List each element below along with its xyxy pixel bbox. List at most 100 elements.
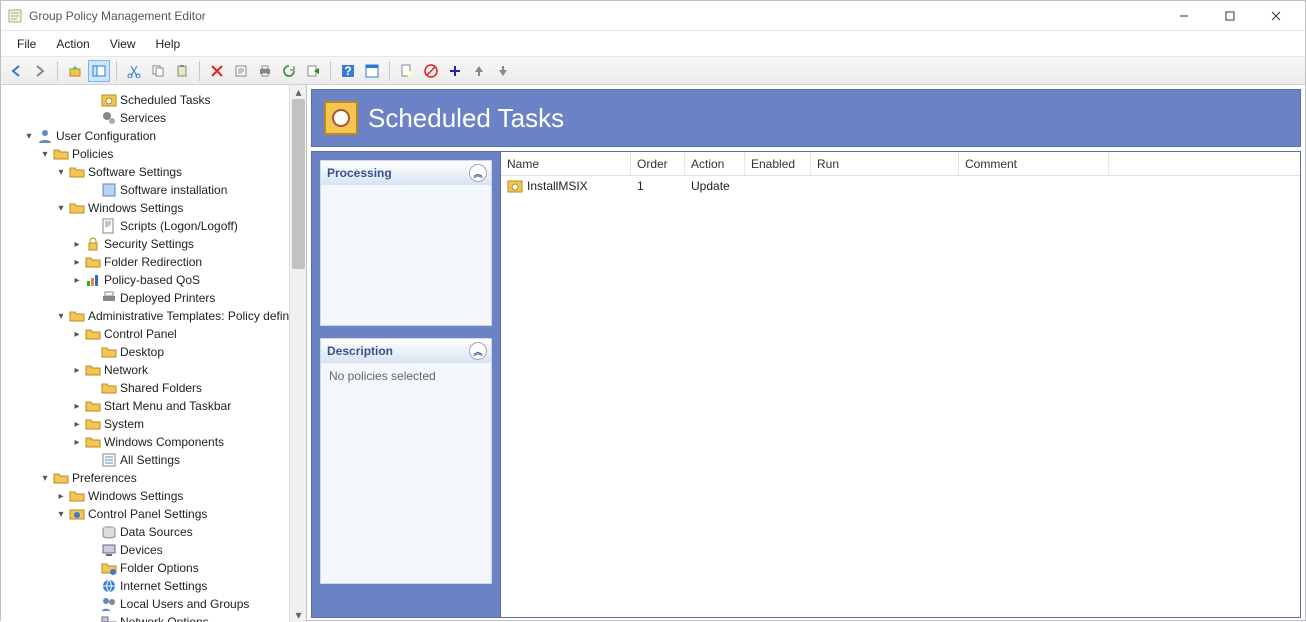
tree-item[interactable]: Windows Settings <box>1 199 306 217</box>
tree-item[interactable]: User Configuration <box>1 127 306 145</box>
options-button[interactable] <box>361 60 383 82</box>
filter-button[interactable] <box>396 60 418 82</box>
tree-item[interactable]: Devices <box>1 541 306 559</box>
col-action[interactable]: Action <box>685 152 745 175</box>
show-hide-tree-button[interactable] <box>88 60 110 82</box>
folder-icon <box>101 344 117 360</box>
scroll-down-icon[interactable]: ▾ <box>290 608 307 622</box>
col-comment[interactable]: Comment <box>959 152 1109 175</box>
tree-item[interactable]: Folder Options <box>1 559 306 577</box>
menu-view[interactable]: View <box>100 33 146 55</box>
caret-right-icon[interactable] <box>71 257 83 268</box>
tree-item[interactable]: Folder Redirection <box>1 253 306 271</box>
move-down-button[interactable] <box>492 60 514 82</box>
minimize-button[interactable] <box>1161 1 1207 31</box>
delete-button[interactable] <box>206 60 228 82</box>
col-name[interactable]: Name <box>501 152 631 175</box>
content-header: Scheduled Tasks <box>311 89 1301 147</box>
tree-item[interactable]: Preferences <box>1 469 306 487</box>
list-header: Name Order Action Enabled Run Comment <box>501 152 1300 176</box>
copy-button[interactable] <box>147 60 169 82</box>
scroll-up-icon[interactable]: ▴ <box>290 85 307 99</box>
caret-right-icon[interactable] <box>71 401 83 412</box>
tree-view[interactable]: Scheduled Tasks Services User Configuratio… <box>1 85 306 622</box>
move-up-button[interactable] <box>468 60 490 82</box>
tree-item[interactable]: Software installation <box>1 181 306 199</box>
processing-header[interactable]: Processing ︽ <box>321 161 491 185</box>
tree-item[interactable]: Administrative Templates: Policy defin <box>1 307 306 325</box>
tree-item[interactable]: System <box>1 415 306 433</box>
tree-item[interactable]: Control Panel <box>1 325 306 343</box>
caret-right-icon[interactable] <box>71 437 83 448</box>
caret-right-icon[interactable] <box>71 275 83 286</box>
caret-right-icon[interactable] <box>71 419 83 430</box>
paste-button[interactable] <box>171 60 193 82</box>
caret-down-icon[interactable] <box>55 311 67 322</box>
tree-item-label: Deployed Printers <box>120 291 215 305</box>
tree-item[interactable]: Control Panel Settings <box>1 505 306 523</box>
tree-item[interactable]: Data Sources <box>1 523 306 541</box>
folder-icon <box>85 326 101 342</box>
tree-item-label: Folder Options <box>120 561 199 575</box>
tree-item[interactable]: Services <box>1 109 306 127</box>
caret-down-icon[interactable] <box>55 203 67 214</box>
tree-item[interactable]: Deployed Printers <box>1 289 306 307</box>
cut-button[interactable] <box>123 60 145 82</box>
tree-item[interactable]: Start Menu and Taskbar <box>1 397 306 415</box>
forward-button[interactable] <box>29 60 51 82</box>
content-title: Scheduled Tasks <box>368 103 564 134</box>
export-button[interactable] <box>302 60 324 82</box>
collapse-icon[interactable]: ︽ <box>469 164 487 182</box>
scroll-thumb[interactable] <box>292 99 305 269</box>
tree-item[interactable]: Windows Components <box>1 433 306 451</box>
tree-item[interactable]: Scheduled Tasks <box>1 91 306 109</box>
col-enabled[interactable]: Enabled <box>745 152 811 175</box>
col-run[interactable]: Run <box>811 152 959 175</box>
caret-right-icon[interactable] <box>55 491 67 502</box>
caret-down-icon[interactable] <box>55 167 67 178</box>
tree-item[interactable]: Software Settings <box>1 163 306 181</box>
caret-right-icon[interactable] <box>71 365 83 376</box>
maximize-button[interactable] <box>1207 1 1253 31</box>
tree-item[interactable]: Network <box>1 361 306 379</box>
menu-action[interactable]: Action <box>46 33 99 55</box>
col-order[interactable]: Order <box>631 152 685 175</box>
tree-item[interactable]: Scripts (Logon/Logoff) <box>1 217 306 235</box>
new-item-button[interactable] <box>444 60 466 82</box>
tree-item[interactable]: Shared Folders <box>1 379 306 397</box>
caret-down-icon[interactable] <box>39 473 51 484</box>
tree-item-label: Services <box>120 111 166 125</box>
caret-down-icon[interactable] <box>23 131 35 142</box>
stop-button[interactable] <box>420 60 442 82</box>
tree-item[interactable]: Desktop <box>1 343 306 361</box>
tree-item[interactable]: All Settings <box>1 451 306 469</box>
processing-body <box>321 185 491 325</box>
caret-right-icon[interactable] <box>71 329 83 340</box>
script-icon <box>101 218 117 234</box>
up-level-button[interactable] <box>64 60 86 82</box>
caret-down-icon[interactable] <box>39 149 51 160</box>
tree-item[interactable]: Policy-based QoS <box>1 271 306 289</box>
caret-right-icon[interactable] <box>71 239 83 250</box>
tree-item-label: Desktop <box>120 345 164 359</box>
menu-file[interactable]: File <box>7 33 46 55</box>
help-button[interactable]: ? <box>337 60 359 82</box>
tree-item[interactable]: Internet Settings <box>1 577 306 595</box>
tree-item-label: All Settings <box>120 453 180 467</box>
list-row[interactable]: InstallMSIX1Update <box>501 176 1300 196</box>
tree-item-label: Scripts (Logon/Logoff) <box>120 219 238 233</box>
tree-item[interactable]: Policies <box>1 145 306 163</box>
description-header[interactable]: Description ︽ <box>321 339 491 363</box>
back-button[interactable] <box>5 60 27 82</box>
properties-button[interactable] <box>230 60 252 82</box>
tree-item[interactable]: Security Settings <box>1 235 306 253</box>
tree-item[interactable]: Windows Settings <box>1 487 306 505</box>
close-button[interactable] <box>1253 1 1299 31</box>
refresh-button[interactable] <box>278 60 300 82</box>
tree-item[interactable]: Local Users and Groups <box>1 595 306 613</box>
menu-help[interactable]: Help <box>146 33 191 55</box>
print-button[interactable] <box>254 60 276 82</box>
tree-scrollbar[interactable]: ▴ ▾ <box>289 85 306 622</box>
collapse-icon[interactable]: ︽ <box>469 342 487 360</box>
caret-down-icon[interactable] <box>55 509 67 520</box>
